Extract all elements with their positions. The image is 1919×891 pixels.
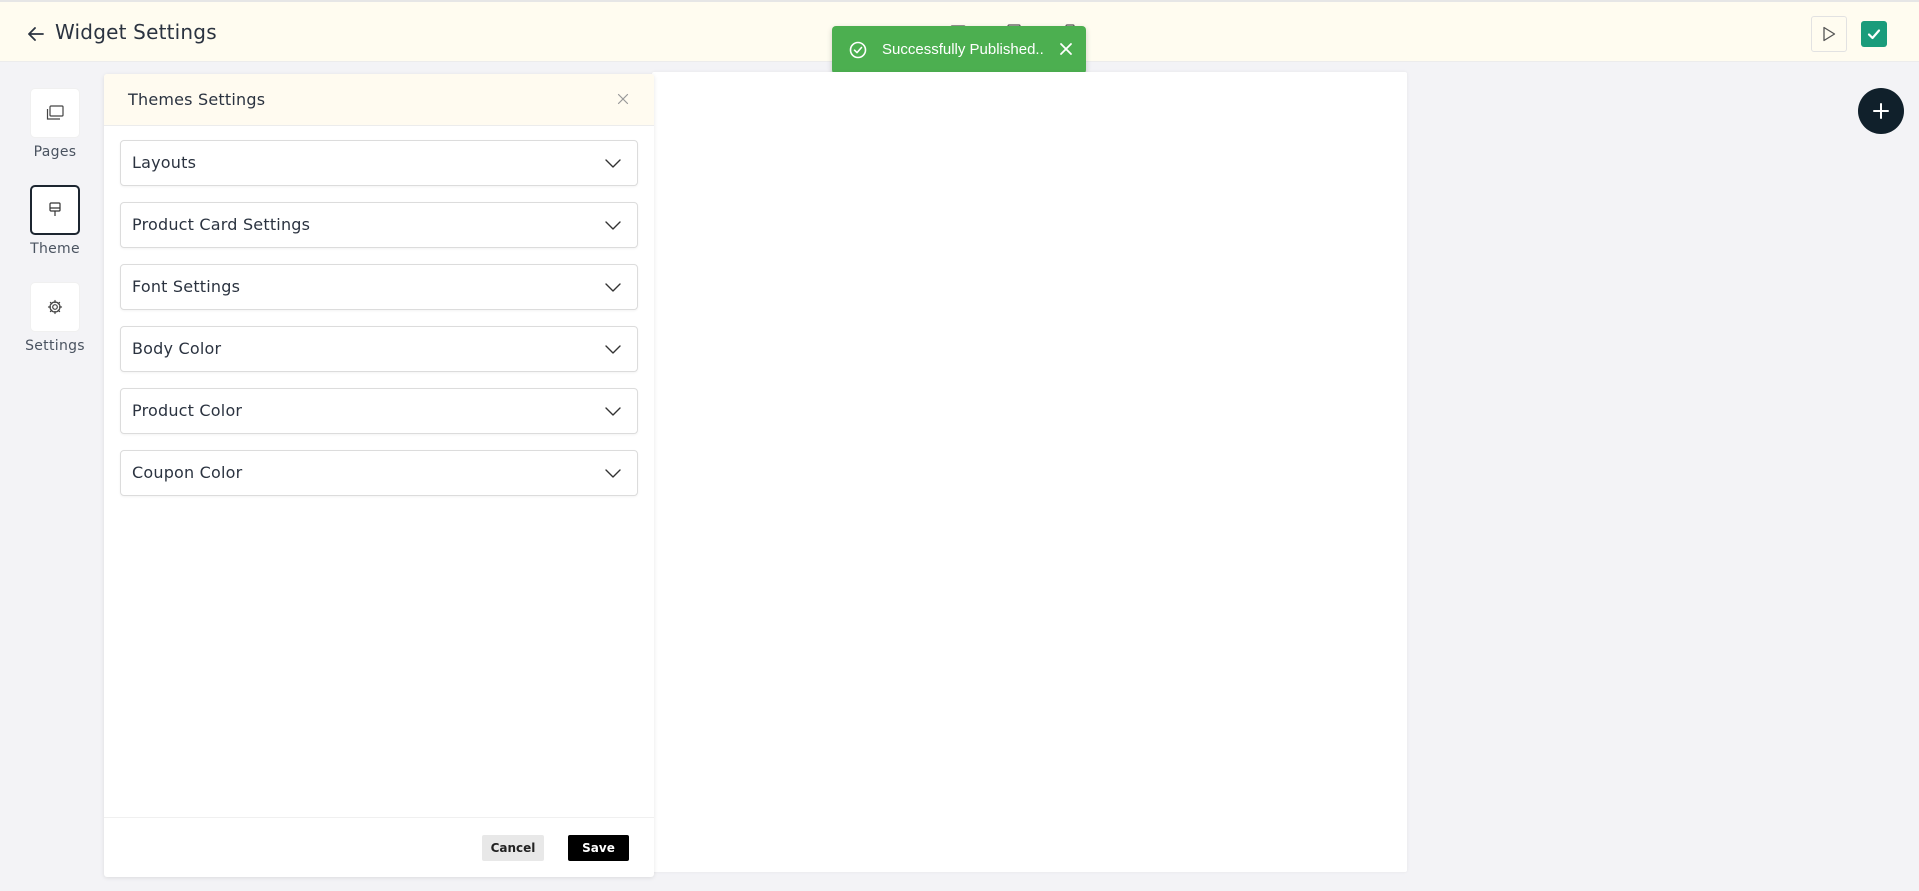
accordion-label: Product Color <box>132 401 243 420</box>
chevron-down-icon <box>605 221 621 230</box>
sidebar-item-pages[interactable] <box>30 88 80 138</box>
add-widget-button[interactable] <box>1858 88 1904 134</box>
panel-header: Themes Settings <box>104 74 654 126</box>
plus-icon <box>1873 103 1889 119</box>
panel-title: Themes Settings <box>128 90 266 109</box>
back-button[interactable] <box>24 22 48 46</box>
sidebar-item-pages-label: Pages <box>33 144 77 160</box>
sidebar-item-settings[interactable] <box>30 282 80 332</box>
accordion-product-color[interactable]: Product Color <box>120 388 638 434</box>
sidebar-item-theme-label: Theme <box>30 241 80 257</box>
panel-footer: Cancel Save <box>104 817 654 877</box>
chevron-down-icon <box>605 345 621 354</box>
check-circle-icon <box>849 41 867 59</box>
accordion-body-color[interactable]: Body Color <box>120 326 638 372</box>
chevron-down-icon <box>605 159 621 168</box>
play-icon <box>1823 26 1836 42</box>
accordion-label: Font Settings <box>132 277 241 296</box>
accordion-coupon-color[interactable]: Coupon Color <box>120 450 638 496</box>
cancel-button[interactable]: Cancel <box>482 835 544 861</box>
gear-icon <box>47 299 63 315</box>
sidebar-item-settings-label: Settings <box>25 338 85 354</box>
preview-button[interactable] <box>1811 16 1847 52</box>
accordion-product-card-settings[interactable]: Product Card Settings <box>120 202 638 248</box>
chevron-down-icon <box>605 283 621 292</box>
themes-settings-panel: Themes Settings Layouts Product Card Set… <box>104 74 654 877</box>
accordion-label: Body Color <box>132 339 222 358</box>
chevron-down-icon <box>605 407 621 416</box>
theme-brush-icon <box>49 202 61 216</box>
success-toast: Successfully Published.. <box>832 26 1086 74</box>
accordion-label: Product Card Settings <box>132 215 311 234</box>
sidebar-item-theme[interactable] <box>30 185 80 235</box>
page-title: Widget Settings <box>55 20 217 44</box>
accordion-label: Layouts <box>132 153 197 172</box>
arrow-left-icon <box>28 27 44 41</box>
publish-button[interactable] <box>1861 21 1887 47</box>
chevron-down-icon <box>605 469 621 478</box>
preview-canvas <box>652 72 1407 872</box>
close-icon[interactable] <box>615 91 631 107</box>
accordion-label: Coupon Color <box>132 463 243 482</box>
save-button[interactable]: Save <box>568 835 629 861</box>
pages-icon <box>46 105 64 120</box>
toast-message: Successfully Published.. <box>882 41 1044 58</box>
accordion-font-settings[interactable]: Font Settings <box>120 264 638 310</box>
checkbox-checked-icon <box>1867 29 1881 40</box>
close-icon[interactable] <box>1058 41 1074 57</box>
accordion-layouts[interactable]: Layouts <box>120 140 638 186</box>
